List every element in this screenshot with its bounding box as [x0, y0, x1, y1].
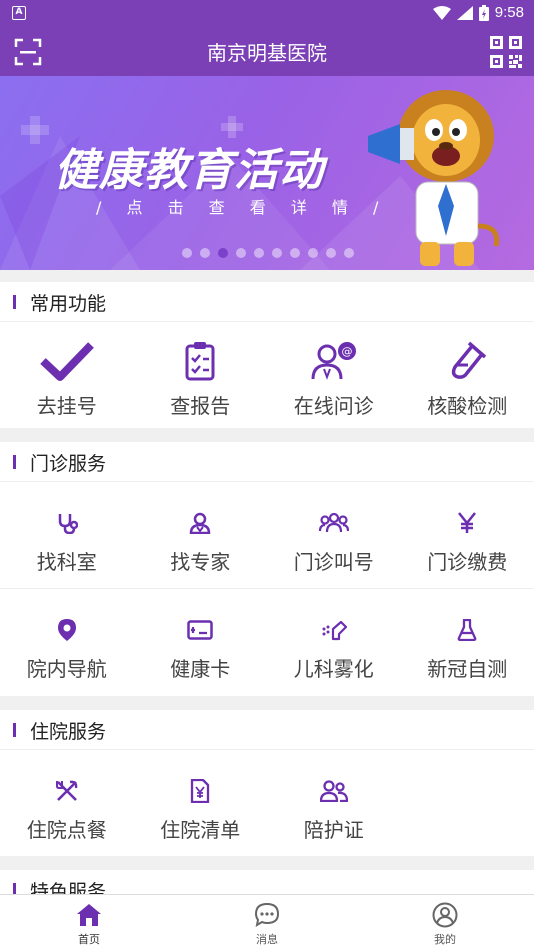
- nebulizer-icon: [322, 620, 347, 641]
- banner-dot[interactable]: [272, 248, 282, 258]
- tab-label: 我的: [434, 933, 456, 946]
- grid-item-label: 门诊叫号: [293, 550, 374, 574]
- banner-dot[interactable]: [344, 248, 354, 258]
- outpatient-services-section: 门诊服务 找科室 找专家 门诊叫号 门诊缴费 院内导航 健康卡 儿科雾化 新冠自…: [0, 442, 534, 696]
- grid-item-label: 健康卡: [170, 657, 231, 681]
- grid-item-label: 院内导航: [26, 657, 107, 681]
- grid-item-label: 儿科雾化: [293, 657, 374, 681]
- section-title: 住院服务: [30, 721, 107, 743]
- find-department-button[interactable]: 找科室: [0, 482, 134, 588]
- fork-knife-icon: [55, 780, 78, 801]
- grid-item-label: 住院点餐: [26, 818, 107, 842]
- common-functions-section: 常用功能 去挂号 查报告 @ 在线问诊 核酸检测: [0, 282, 534, 428]
- tab-label: 首页: [78, 933, 100, 946]
- tab-home[interactable]: 首页: [0, 895, 178, 950]
- covid-self-test-button[interactable]: 新冠自测: [401, 589, 534, 695]
- location-pin-icon: [57, 619, 76, 641]
- nucleic-acid-test-button[interactable]: 核酸检测: [401, 322, 534, 426]
- inpatient-services-section: 住院服务 住院点餐 住院清单 陪护证: [0, 710, 534, 856]
- banner-dot[interactable]: [236, 248, 246, 258]
- title-bar: 南京明基医院: [0, 28, 534, 76]
- outpatient-payment-button[interactable]: 门诊缴费: [401, 482, 534, 588]
- section-header: 住院服务: [0, 710, 534, 750]
- section-header: 常用功能: [0, 282, 534, 322]
- special-services-section: 特色服务: [0, 870, 534, 894]
- grid-item-label: 查报告: [170, 394, 231, 418]
- flask-icon: [457, 619, 477, 641]
- wifi-icon: [432, 5, 451, 20]
- banner-dot[interactable]: [308, 248, 318, 258]
- checkmark-icon: [40, 342, 94, 381]
- user-icon: [432, 902, 458, 928]
- signal-icon: [456, 5, 473, 20]
- grid-item-label: 在线问诊: [293, 394, 374, 418]
- banner-subtitle: / 点 击 查 看 详 情 /: [96, 198, 389, 217]
- grid-item-label: 陪护证: [303, 818, 364, 842]
- banner-dot[interactable]: [290, 248, 300, 258]
- tab-label: 消息: [256, 933, 278, 946]
- test-tube-icon: [452, 341, 487, 379]
- promo-banner[interactable]: 健康教育活动 / 点 击 查 看 详 情 /: [0, 76, 534, 270]
- battery-icon: [478, 4, 489, 21]
- section-header: 门诊服务: [0, 442, 534, 482]
- queue-icon: [318, 512, 349, 533]
- health-card-button[interactable]: 健康卡: [134, 589, 268, 695]
- stethoscope-icon: [58, 514, 78, 534]
- inpatient-meal-order-button[interactable]: 住院点餐: [0, 750, 134, 856]
- banner-dot[interactable]: [326, 248, 336, 258]
- banner-pagination: [182, 248, 354, 258]
- status-time: 9:58: [494, 4, 524, 21]
- grid-item-label: 找专家: [170, 550, 231, 574]
- page-title: 南京明基医院: [207, 41, 327, 65]
- section-title: 特色服务: [30, 881, 107, 894]
- section-accent-bar: [13, 295, 16, 309]
- bottom-tab-bar: 首页 消息 我的: [0, 894, 534, 950]
- banner-dot[interactable]: [200, 248, 210, 258]
- clipboard-icon: [185, 342, 215, 381]
- inpatient-bill-button[interactable]: 住院清单: [134, 750, 268, 856]
- doctor-icon: [189, 512, 211, 534]
- companion-icon: [319, 780, 348, 802]
- pediatric-nebulization-button[interactable]: 儿科雾化: [267, 589, 401, 695]
- message-icon: [254, 902, 280, 928]
- bill-icon: [191, 779, 210, 803]
- section-title: 常用功能: [30, 293, 107, 315]
- grid-item-label: 去挂号: [36, 394, 97, 418]
- grid-item-label: 住院清单: [160, 818, 241, 842]
- app-notification-icon: A: [12, 6, 26, 20]
- find-expert-button[interactable]: 找专家: [134, 482, 268, 588]
- grid-item-label: 找科室: [36, 550, 97, 574]
- grid-item-label: 核酸检测: [427, 394, 508, 418]
- section-header: 特色服务: [0, 870, 534, 894]
- svg-text:@: @: [341, 345, 352, 358]
- status-bar: A 9:58: [0, 0, 534, 28]
- queue-number-button[interactable]: 门诊叫号: [267, 482, 401, 588]
- section-accent-bar: [13, 883, 16, 894]
- online-consult-button[interactable]: @ 在线问诊: [267, 322, 401, 426]
- grid-item-label: 门诊缴费: [427, 550, 508, 574]
- section-accent-bar: [13, 455, 16, 469]
- grid-item-label: 新冠自测: [427, 657, 508, 681]
- banner-dot[interactable]: [218, 248, 228, 258]
- health-card-icon: [187, 620, 213, 640]
- section-accent-bar: [13, 723, 16, 737]
- banner-dot[interactable]: [182, 248, 192, 258]
- hospital-navigation-button[interactable]: 院内导航: [0, 589, 134, 695]
- tab-profile[interactable]: 我的: [356, 895, 534, 950]
- yen-icon: [458, 512, 477, 533]
- register-button[interactable]: 去挂号: [0, 322, 134, 426]
- banner-dot[interactable]: [254, 248, 264, 258]
- lion-mascot-icon: [368, 90, 500, 266]
- section-title: 门诊服务: [30, 453, 107, 475]
- home-icon: [77, 904, 101, 926]
- online-consult-icon: @: [311, 342, 356, 380]
- report-button[interactable]: 查报告: [134, 322, 268, 426]
- tab-messages[interactable]: 消息: [178, 895, 356, 950]
- banner-headline: 健康教育活动: [54, 145, 324, 196]
- companion-pass-button[interactable]: 陪护证: [267, 750, 401, 856]
- qr-code-icon[interactable]: [490, 36, 522, 68]
